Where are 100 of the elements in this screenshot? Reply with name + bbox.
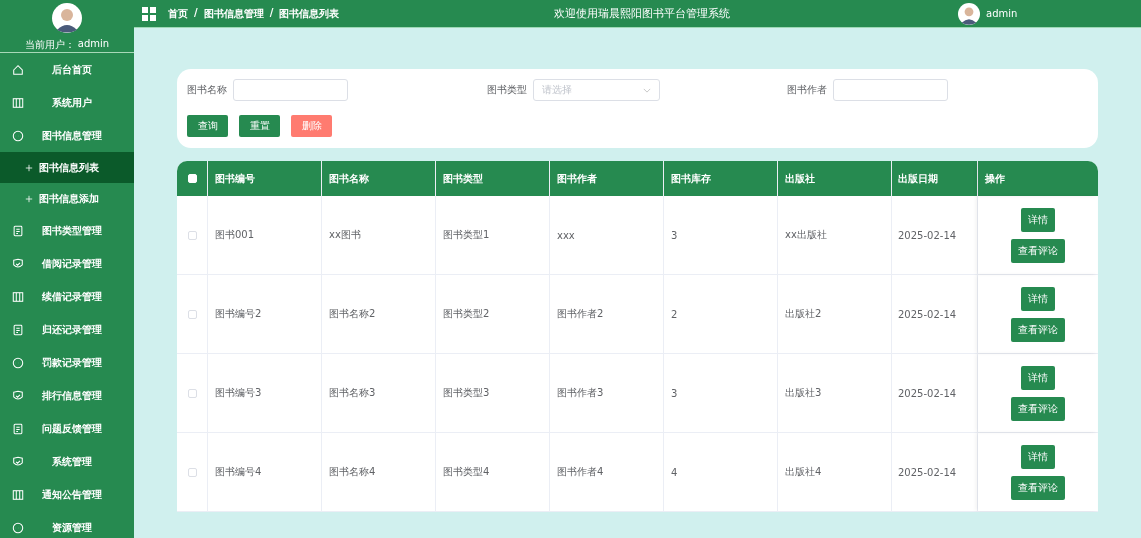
- table-cell: 2025-02-14: [898, 229, 957, 241]
- row-checkbox[interactable]: [187, 230, 197, 240]
- submenu-item[interactable]: 图书信息添加: [0, 183, 134, 214]
- menu-item[interactable]: 系统管理: [0, 445, 134, 478]
- row-action-button[interactable]: 查看评论: [1010, 317, 1065, 342]
- breadcrumb-separator: /: [269, 6, 274, 20]
- table-cell: 图书编号3: [215, 386, 262, 400]
- column-header: 出版日期: [892, 161, 978, 196]
- table-cell: 3: [671, 387, 678, 399]
- menu-item[interactable]: 资源管理: [0, 511, 134, 538]
- row-action-button[interactable]: 详情: [1020, 207, 1055, 232]
- field-label: 图书名称: [187, 83, 227, 97]
- row-action-button[interactable]: 查看评论: [1010, 475, 1065, 500]
- menu-item[interactable]: 归还记录管理: [0, 313, 134, 346]
- table-cell: 出版社4: [785, 465, 822, 479]
- row-checkbox[interactable]: [187, 467, 197, 477]
- table-cell: 出版社2: [785, 307, 822, 321]
- menu-icon: [12, 63, 24, 76]
- avatar-icon: [52, 3, 82, 33]
- table-cell: 图书编号2: [215, 307, 262, 321]
- row-action-button[interactable]: 详情: [1020, 286, 1055, 311]
- current-username: admin: [77, 38, 110, 51]
- menu-icon: [12, 455, 24, 468]
- table-cell: 图书名称3: [329, 386, 376, 400]
- row-action-button[interactable]: 查看评论: [1010, 396, 1065, 421]
- menu-icon: [12, 422, 24, 435]
- current-user-label: 当前用户：: [24, 38, 75, 52]
- avatar-icon: [958, 2, 980, 25]
- caret-icon: [643, 87, 651, 93]
- row-action-button[interactable]: 详情: [1020, 365, 1055, 390]
- row-checkbox[interactable]: [187, 309, 197, 319]
- table-cell: 图书类型2: [443, 307, 490, 321]
- row-action-button[interactable]: 查看评论: [1010, 238, 1065, 263]
- menu-icon: [12, 96, 24, 109]
- input-field[interactable]: [833, 79, 948, 101]
- table-cell: 图书类型1: [443, 228, 490, 242]
- table-cell: 图书名称2: [329, 307, 376, 321]
- breadcrumb-link[interactable]: 首页: [168, 6, 188, 21]
- menu-item[interactable]: 后台首页: [0, 53, 134, 86]
- table-cell: xx出版社: [785, 228, 827, 242]
- table-cell: 2025-02-14: [898, 387, 957, 399]
- table-cell: 4: [671, 466, 678, 478]
- menu-icon: [12, 290, 24, 303]
- table-cell: 出版社3: [785, 386, 822, 400]
- table-cell: 2: [671, 308, 678, 320]
- table-cell: 2025-02-14: [898, 308, 957, 320]
- submenu-item[interactable]: 图书信息列表: [0, 152, 134, 183]
- breadcrumb-link[interactable]: 图书信息管理: [203, 6, 264, 21]
- menu-icon: [12, 356, 24, 369]
- row-checkbox[interactable]: [187, 388, 197, 398]
- table-cell: 图书编号4: [215, 465, 262, 479]
- column-header: 出版社: [778, 161, 892, 196]
- menu-icon: [12, 323, 24, 336]
- menu-item[interactable]: 系统用户: [0, 86, 134, 119]
- menu-item[interactable]: 问题反馈管理: [0, 412, 134, 445]
- column-header: 图书名称: [322, 161, 436, 196]
- table-cell: 图书作者2: [557, 307, 604, 321]
- column-header: 图书编号: [208, 161, 322, 196]
- row-action-button[interactable]: 详情: [1020, 444, 1055, 469]
- table-cell: 图书类型3: [443, 386, 490, 400]
- menu-item[interactable]: 图书类型管理: [0, 214, 134, 247]
- table-cell: xx图书: [329, 228, 361, 242]
- breadcrumb-link[interactable]: 图书信息列表: [279, 6, 340, 21]
- menu-icon[interactable]: [142, 6, 156, 21]
- column-header: 图书库存: [664, 161, 778, 196]
- action-button[interactable]: 查询: [187, 115, 228, 137]
- column-header: 图书作者: [550, 161, 664, 196]
- plus-icon: [25, 163, 33, 172]
- header-username[interactable]: admin: [986, 8, 1018, 19]
- table-cell: 图书作者3: [557, 386, 604, 400]
- column-header: 图书类型: [436, 161, 550, 196]
- table-cell: 图书类型4: [443, 465, 490, 479]
- table-cell: xxx: [557, 229, 575, 241]
- table-cell: 3: [671, 229, 678, 241]
- column-header: 操作: [978, 161, 1097, 196]
- table-cell: 图书名称4: [329, 465, 376, 479]
- table-cell: 2025-02-14: [898, 466, 957, 478]
- action-button[interactable]: 重置: [239, 115, 280, 137]
- menu-item[interactable]: 续借记录管理: [0, 280, 134, 313]
- menu-icon: [12, 521, 24, 534]
- menu-item[interactable]: 通知公告管理: [0, 478, 134, 511]
- menu-icon: [12, 224, 24, 237]
- menu-item[interactable]: 排行信息管理: [0, 379, 134, 412]
- menu-item[interactable]: 罚款记录管理: [0, 346, 134, 379]
- table-cell: 图书作者4: [557, 465, 604, 479]
- menu-icon: [12, 129, 24, 142]
- field-label: 图书作者: [787, 83, 827, 97]
- action-button[interactable]: 删除: [291, 115, 332, 137]
- menu-icon: [12, 488, 24, 501]
- menu-icon: [12, 257, 24, 270]
- menu-item[interactable]: 图书信息管理: [0, 119, 134, 152]
- menu-item[interactable]: 借阅记录管理: [0, 247, 134, 280]
- breadcrumb-separator: /: [194, 6, 198, 20]
- field-label: 图书类型: [487, 83, 527, 97]
- table-cell: 图书001: [215, 228, 255, 242]
- plus-icon: [25, 194, 33, 203]
- input-field[interactable]: [233, 79, 348, 101]
- select-all-checkbox[interactable]: [187, 174, 197, 183]
- menu-icon: [12, 389, 24, 402]
- system-title: 欢迎使用瑞晨熙阳图书平台管理系统: [554, 6, 730, 21]
